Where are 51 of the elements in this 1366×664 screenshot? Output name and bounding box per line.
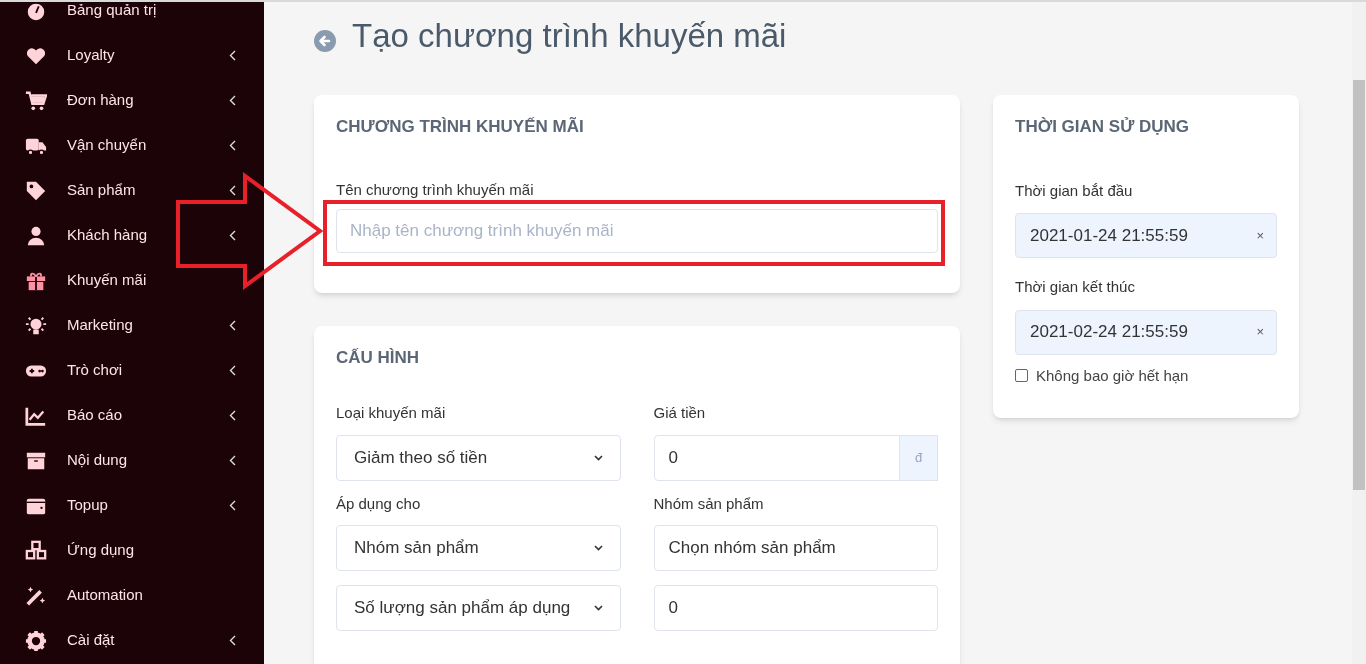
page-title: Tạo chương trình khuyến mãi xyxy=(352,16,787,57)
field-label: Loại khuyến mãi xyxy=(336,403,447,423)
card-heading: CẤU HÌNH xyxy=(336,346,421,369)
sidebar-item[interactable]: Marketing xyxy=(0,303,264,348)
user-icon xyxy=(25,224,47,247)
datetime-field[interactable]: 2021-02-24 21:55:59 × xyxy=(1015,309,1277,355)
input-field[interactable]: 0 xyxy=(653,585,938,631)
field-label: Giá tiền xyxy=(653,403,707,423)
tag-icon xyxy=(25,179,47,202)
sidebar-item[interactable]: Bảng quản trị xyxy=(0,2,264,33)
sidebar-item[interactable]: Vận chuyển xyxy=(0,123,264,168)
sidebar-item[interactable]: Topup xyxy=(0,483,264,528)
chevron-down-icon xyxy=(593,545,603,551)
sidebar-item[interactable]: Cài đặt xyxy=(0,618,264,663)
input-field[interactable]: Chọn nhóm sản phẩm xyxy=(653,525,938,571)
sidebar-item[interactable]: Báo cáo xyxy=(0,393,264,438)
sidebar-item[interactable]: Ứng dụng xyxy=(0,528,264,573)
gear-icon xyxy=(25,629,47,652)
lightbulb-icon xyxy=(25,314,47,337)
sidebar-item[interactable]: Đơn hàng xyxy=(0,78,264,123)
chevron-down-icon xyxy=(593,454,603,461)
field-label: Tên chương trình khuyến mãi xyxy=(336,181,534,198)
cart-icon xyxy=(25,89,47,112)
checkbox-label: Không bao giờ hết hạn xyxy=(1036,365,1189,386)
field-label: Thời gian bắt đầu xyxy=(1015,180,1134,201)
field-label: Áp dụng cho xyxy=(336,493,422,514)
card-heading: THỜI GIAN SỬ DỤNG xyxy=(1015,116,1191,138)
sidebar-item[interactable]: Trò chơi xyxy=(0,348,264,393)
checkbox[interactable] xyxy=(1015,369,1028,383)
field-label: Thời gian kết thúc xyxy=(1015,277,1136,297)
sidebar-item[interactable]: Nội dung xyxy=(0,438,264,483)
card-heading: CHƯƠNG TRÌNH KHUYẾN MÃI xyxy=(336,116,585,138)
chevron-down-icon xyxy=(593,605,603,611)
cubes-icon xyxy=(25,539,47,562)
sidebar-item[interactable]: Automation xyxy=(0,573,264,618)
datetime-field[interactable]: 2021-01-24 21:55:59 × xyxy=(1015,213,1277,258)
select-dropdown[interactable]: Giảm theo số tiền xyxy=(336,434,621,481)
price-input-field[interactable]: 0 xyxy=(653,434,900,481)
sidebar-item[interactable]: Khuyến mãi xyxy=(0,258,264,303)
clear-button[interactable]: × xyxy=(1256,322,1264,342)
magic-wand-icon xyxy=(25,584,47,607)
sidebar-item[interactable]: Sản phẩm xyxy=(0,168,264,213)
currency-addon: đ xyxy=(900,434,938,481)
sidebar-item[interactable]: Khách hàng xyxy=(0,213,264,258)
select-dropdown[interactable]: Số lượng sản phẩm áp dụng xyxy=(336,585,621,631)
select-dropdown[interactable]: Nhóm sản phẩm xyxy=(336,525,621,571)
clear-button[interactable]: × xyxy=(1256,225,1264,246)
sidebar-item[interactable]: Loyalty xyxy=(0,33,264,78)
scrollbar[interactable] xyxy=(1352,2,1366,664)
field-label: Nhóm sản phẩm xyxy=(653,493,765,514)
name-input-field[interactable]: Nhập tên chương trình khuyến mãi xyxy=(336,208,938,253)
